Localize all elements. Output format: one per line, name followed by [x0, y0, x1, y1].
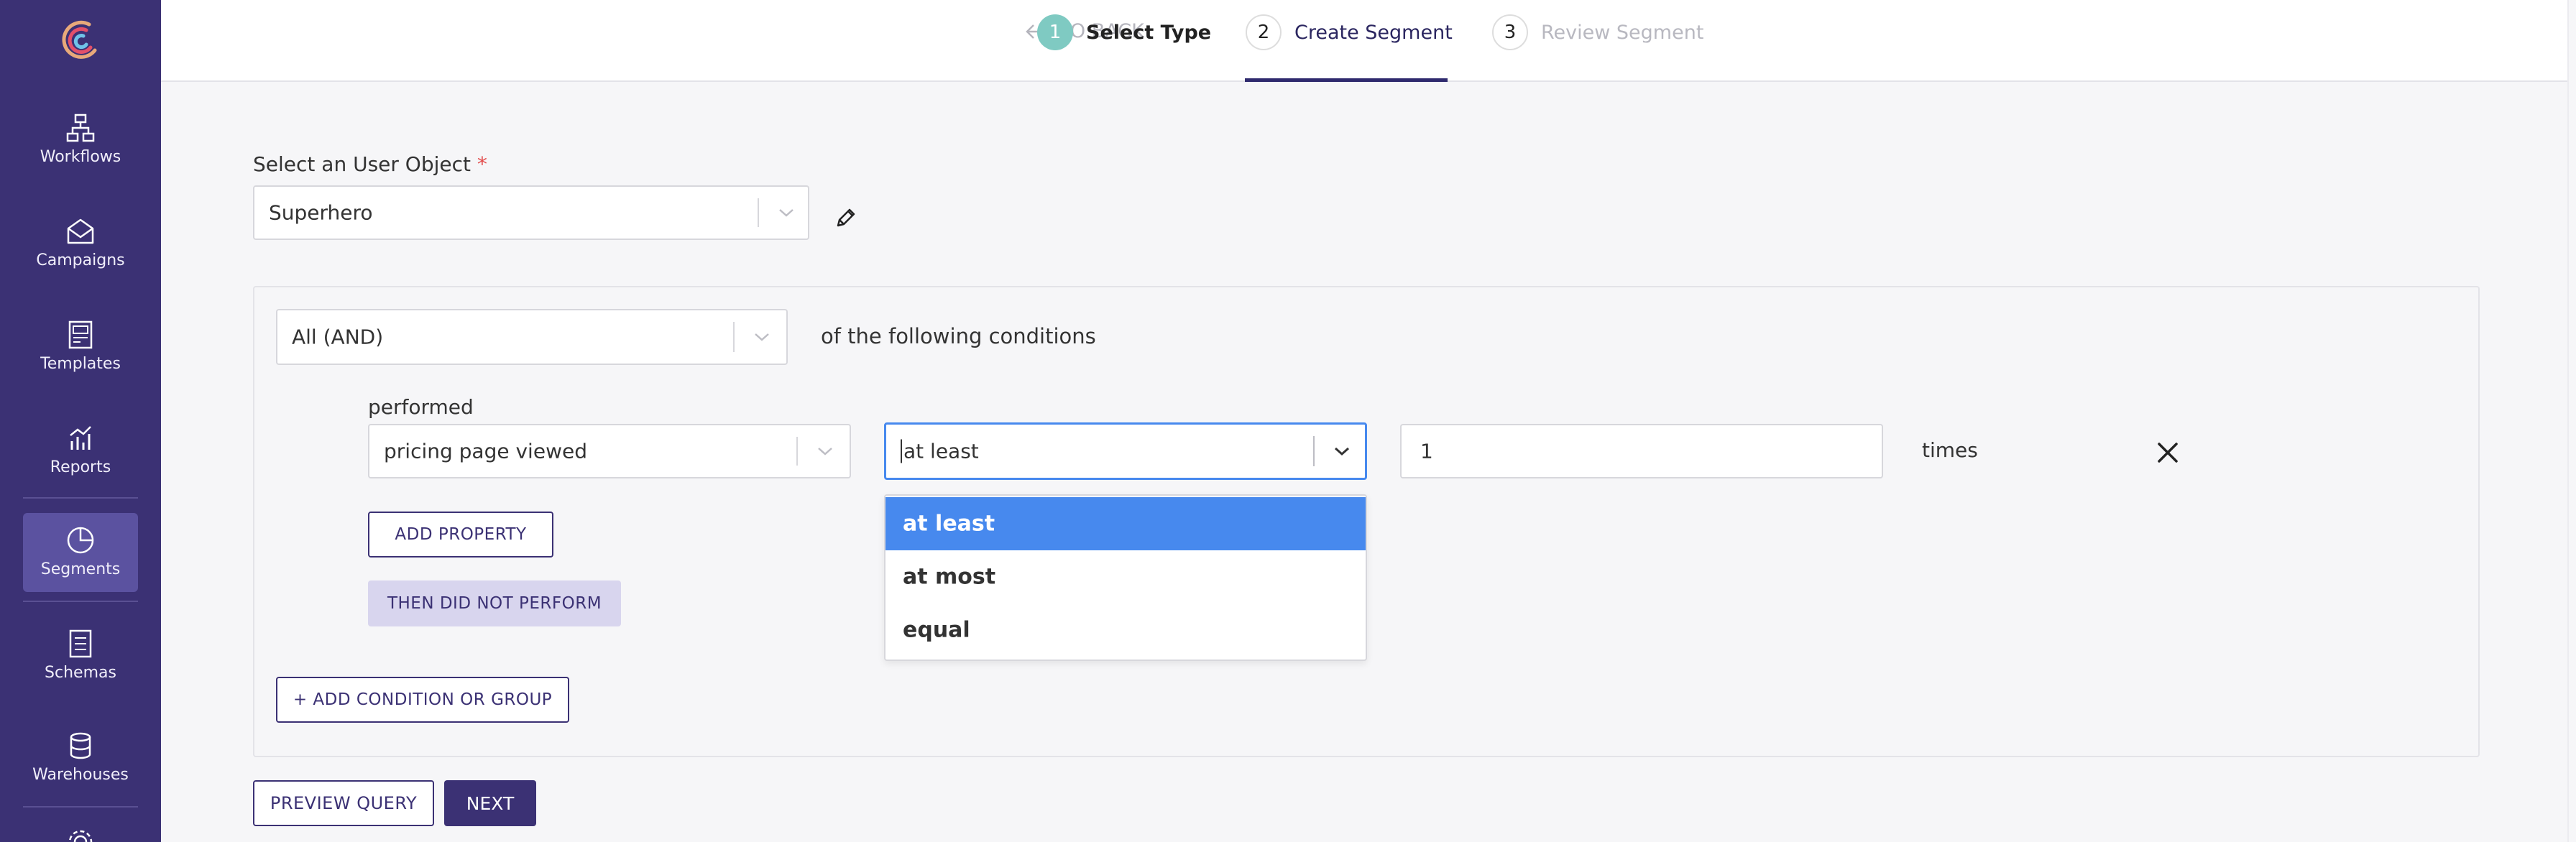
chevron-down-icon	[818, 448, 832, 455]
sidebar-divider	[23, 601, 138, 602]
select-value: Superhero	[269, 200, 373, 225]
sidebar-item-label: Segments	[40, 560, 121, 578]
pencil-icon[interactable]	[834, 205, 858, 230]
app-logo-icon[interactable]	[58, 14, 104, 65]
sidebar-item-campaigns[interactable]: Campaigns	[23, 204, 138, 283]
step-select-type[interactable]: 1 Select Type	[1037, 14, 1211, 50]
gear-icon[interactable]	[65, 826, 96, 842]
dropdown-option-at-most[interactable]: at most	[886, 550, 1366, 603]
dropdown-option-equal[interactable]: equal	[886, 603, 1366, 657]
chevron-down-icon	[755, 333, 769, 341]
sidebar-item-label: Templates	[40, 355, 121, 373]
sidebar-item-label: Schemas	[45, 664, 116, 682]
sidebar: Workflows Campaigns Templates Reports Se…	[0, 0, 161, 842]
required-mark: *	[477, 152, 487, 176]
document-icon	[69, 629, 92, 658]
next-button[interactable]: NEXT	[444, 780, 536, 826]
operator-dropdown-menu: at least at most equal	[884, 494, 1367, 661]
add-condition-button[interactable]: + ADD CONDITION OR GROUP	[276, 677, 569, 723]
step-number: 2	[1246, 14, 1282, 50]
chevron-down-icon	[779, 209, 794, 217]
sidebar-item-label: Reports	[50, 458, 111, 476]
sidebar-item-label: Campaigns	[36, 251, 125, 269]
step-review-segment[interactable]: 3 Review Segment	[1492, 14, 1703, 50]
database-icon	[70, 732, 91, 759]
then-did-not-perform-button[interactable]: THEN DID NOT PERFORM	[368, 580, 621, 626]
combinator-select[interactable]: All (AND)	[276, 309, 788, 365]
times-label: times	[1922, 438, 1978, 462]
step-label: Create Segment	[1294, 21, 1453, 44]
close-icon[interactable]	[2153, 438, 2182, 467]
step-label: Select Type	[1086, 21, 1212, 44]
sidebar-item-workflows[interactable]: Workflows	[23, 101, 138, 180]
sidebar-item-reports[interactable]: Reports	[23, 411, 138, 490]
sidebar-item-schemas[interactable]: Schemas	[23, 616, 138, 695]
chart-icon	[70, 426, 91, 450]
active-step-indicator	[1245, 78, 1448, 82]
select-value: pricing page viewed	[384, 439, 587, 463]
dropdown-option-at-least[interactable]: at least	[886, 497, 1366, 550]
sidebar-item-templates[interactable]: Templates	[23, 307, 138, 387]
step-create-segment[interactable]: 2 Create Segment	[1246, 14, 1453, 50]
scrollbar[interactable]	[2567, 0, 2576, 842]
preview-query-button[interactable]: PREVIEW QUERY	[253, 780, 434, 826]
performed-label: performed	[368, 395, 474, 419]
count-input[interactable]: 1	[1400, 424, 1883, 478]
user-object-label: Select an User Object *	[253, 152, 487, 176]
sidebar-item-segments[interactable]: Segments	[23, 513, 138, 592]
step-number: 1	[1037, 14, 1073, 50]
select-separator	[796, 437, 798, 466]
workflow-icon	[66, 114, 95, 142]
input-value: 1	[1420, 439, 1433, 463]
select-value[interactable]: at least	[901, 439, 979, 463]
envelope-icon	[67, 218, 94, 244]
select-separator	[1313, 436, 1315, 466]
sidebar-item-label: Warehouses	[32, 766, 129, 784]
select-separator	[733, 322, 735, 352]
pie-chart-icon	[67, 527, 94, 554]
add-property-button[interactable]: ADD PROPERTY	[368, 512, 553, 558]
template-icon	[68, 320, 93, 349]
event-select[interactable]: pricing page viewed	[368, 424, 851, 478]
operator-select[interactable]: at least	[884, 422, 1367, 480]
chevron-down-icon	[1335, 447, 1349, 456]
sidebar-divider	[23, 497, 138, 499]
step-number: 3	[1492, 14, 1528, 50]
step-label: Review Segment	[1541, 21, 1704, 44]
conditions-suffix: of the following conditions	[821, 324, 1096, 348]
select-value: All (AND)	[292, 325, 384, 349]
sidebar-item-warehouses[interactable]: Warehouses	[23, 718, 138, 797]
sidebar-item-label: Workflows	[40, 148, 121, 166]
sidebar-divider	[23, 806, 138, 808]
user-object-select[interactable]: Superhero	[253, 185, 809, 240]
select-separator	[758, 198, 759, 227]
